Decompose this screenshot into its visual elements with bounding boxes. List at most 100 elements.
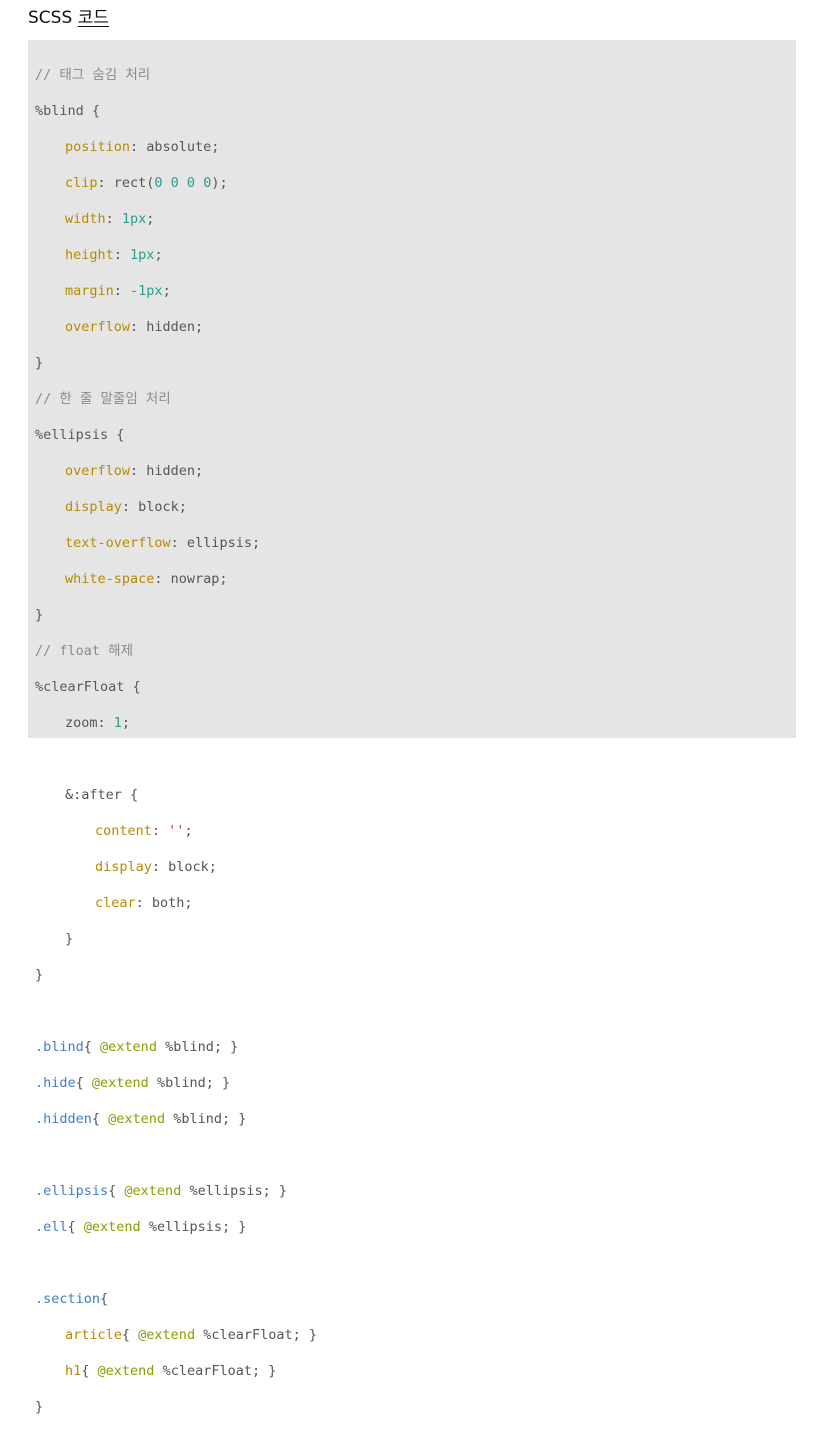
code-line: .section{ <box>35 1290 317 1308</box>
code-token: : nowrap; <box>154 571 228 587</box>
code-token: text-overflow <box>65 535 171 551</box>
code-line: // float 해제 <box>35 642 317 660</box>
code-token: white-space <box>65 571 155 587</box>
code-token: : absolute; <box>130 139 220 155</box>
code-token: margin <box>65 283 114 299</box>
code-token: @extend <box>108 1111 166 1127</box>
code-token: display <box>95 859 152 875</box>
code-token: .section <box>35 1291 101 1307</box>
code-line: display: block; <box>35 498 317 516</box>
code-token: @extend <box>91 1075 149 1091</box>
code-token: { <box>83 1039 101 1055</box>
code-token: %blind; } <box>156 1039 239 1055</box>
code-token: { <box>67 1219 84 1235</box>
code-line: width: 1px; <box>35 210 317 228</box>
code-token: : <box>105 211 122 227</box>
code-line: height: 1px; <box>35 246 317 264</box>
code-token: .hide <box>35 1075 76 1091</box>
code-line: .ellipsis{ @extend %ellipsis; } <box>35 1182 317 1200</box>
code-token: width <box>65 211 106 227</box>
code-token: 1 <box>113 715 122 731</box>
code-token: : hidden; <box>130 319 204 335</box>
code-line: margin: -1px; <box>35 282 317 300</box>
code-token: overflow <box>65 319 131 335</box>
code-token: { <box>100 1291 109 1307</box>
code-token: display <box>65 499 122 515</box>
code-line: } <box>35 354 317 372</box>
code-line: .hidden{ @extend %blind; } <box>35 1110 317 1128</box>
code-token: %clearFloat; } <box>195 1327 317 1343</box>
code-token: : <box>113 283 131 299</box>
code-token: &:after { <box>65 787 139 803</box>
code-token: : both; <box>135 895 193 911</box>
heading-link[interactable]: 코드 <box>78 8 109 28</box>
section-heading: SCSS 코드 <box>28 7 109 29</box>
code-token: } <box>35 355 44 371</box>
code-line: // 태그 숨김 처리 <box>35 66 317 84</box>
code-token: .blind <box>35 1039 84 1055</box>
code-token: // float 해제 <box>35 643 133 659</box>
code-token: %ellipsis { <box>35 427 125 443</box>
code-token: : <box>97 715 114 731</box>
code-token: %blind { <box>35 103 101 119</box>
code-block: // 태그 숨김 처리 %blind { position: absolute;… <box>28 40 796 1415</box>
code-line: } <box>35 930 317 948</box>
code-line: } <box>35 1398 317 1416</box>
code-token: %blind; } <box>165 1111 247 1127</box>
code-token: { <box>75 1075 92 1091</box>
code-line: text-overflow: ellipsis; <box>35 534 317 552</box>
code-line: zoom: 1; <box>35 714 317 732</box>
code-line: clip: rect(0 0 0 0); <box>35 174 317 192</box>
code-token: position <box>65 139 131 155</box>
code-token: // 한 줄 말줄임 처리 <box>35 391 171 407</box>
heading-prefix: SCSS <box>28 8 78 28</box>
code-token: ; <box>146 211 155 227</box>
code-token: : block; <box>121 499 187 515</box>
code-line: %blind { <box>35 102 317 120</box>
code-token: ; <box>121 715 131 731</box>
code-token: '' <box>168 823 185 839</box>
code-token: } <box>65 931 74 947</box>
code-content: // 태그 숨김 처리 %blind { position: absolute;… <box>35 48 317 1434</box>
code-token: : ellipsis; <box>170 535 261 551</box>
code-token: .hidden <box>35 1111 92 1127</box>
code-line: h1{ @extend %clearFloat; } <box>35 1362 317 1380</box>
code-token: zoom <box>65 715 98 731</box>
code-token: %ellipsis; } <box>181 1183 287 1199</box>
code-token: } <box>35 1399 44 1415</box>
code-token: } <box>35 967 44 983</box>
code-line: article{ @extend %clearFloat; } <box>35 1326 317 1344</box>
code-token: ; <box>162 283 171 299</box>
code-line: content: ''; <box>35 822 317 840</box>
code-token: : <box>151 823 169 839</box>
code-token: %blind; } <box>148 1075 231 1091</box>
code-token: { <box>91 1111 109 1127</box>
code-token: { <box>108 1183 125 1199</box>
code-line: .blind{ @extend %blind; } <box>35 1038 317 1056</box>
code-line: overflow: hidden; <box>35 462 317 480</box>
code-token: overflow <box>65 463 131 479</box>
code-token: { <box>121 1327 139 1343</box>
code-token: %clearFloat; } <box>154 1363 277 1379</box>
code-token: ; <box>154 247 163 263</box>
code-token: } <box>35 607 44 623</box>
code-token: { <box>81 1363 98 1379</box>
code-token: .ell <box>35 1219 68 1235</box>
code-token: @extend <box>97 1363 155 1379</box>
code-token: : block; <box>151 859 217 875</box>
code-token: @extend <box>138 1327 196 1343</box>
code-line: position: absolute; <box>35 138 317 156</box>
code-token: : hidden; <box>130 463 204 479</box>
code-line: .ell{ @extend %ellipsis; } <box>35 1218 317 1236</box>
code-line: overflow: hidden; <box>35 318 317 336</box>
code-token: .ellipsis <box>35 1183 109 1199</box>
code-line: &:after { <box>35 786 317 804</box>
code-line: clear: both; <box>35 894 317 912</box>
code-token: 1px <box>130 247 155 263</box>
code-token: %clearFloat { <box>35 679 141 695</box>
code-token: content <box>95 823 152 839</box>
code-token: // 태그 숨김 처리 <box>35 67 151 83</box>
